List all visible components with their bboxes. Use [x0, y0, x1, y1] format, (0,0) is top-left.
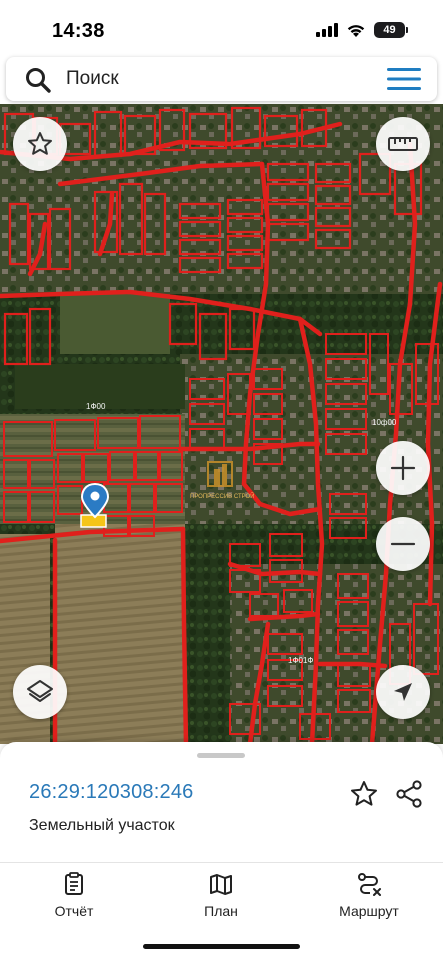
nav-route-button[interactable]: Маршрут — [314, 871, 424, 919]
cadastral-number[interactable]: 26:29:120308:246 — [29, 781, 193, 804]
signal-icon — [316, 23, 338, 37]
home-indicator — [143, 944, 300, 949]
search-icon — [26, 68, 51, 93]
parcel-info-sheet[interactable]: 26:29:120308:246 Земельный участок — [0, 742, 443, 862]
battery-indicator: 49 — [374, 22, 408, 38]
layers-button[interactable] — [13, 665, 67, 719]
share-icon[interactable] — [394, 779, 424, 809]
status-icons: 49 — [316, 22, 408, 38]
status-bar: 14:38 49 — [0, 0, 443, 58]
navigation-arrow-icon — [394, 683, 412, 701]
road-label: 10ф00 — [372, 418, 397, 427]
nav-report-button[interactable]: Отчёт — [19, 871, 129, 919]
ruler-icon — [388, 137, 418, 151]
map-view[interactable]: 1Ф00 10ф00 1Ф01Ф ПРОПРЕССИВ СТРОЙ — [0, 104, 443, 744]
status-time: 14:38 — [52, 20, 105, 42]
zoom-in-icon — [390, 455, 416, 481]
road-label: 1Ф00 — [86, 402, 106, 411]
measure-button[interactable] — [376, 117, 430, 171]
search-input[interactable]: Поиск — [66, 68, 119, 90]
nav-route-label: Маршрут — [339, 903, 399, 919]
layers-icon — [27, 680, 53, 702]
favorite-star-icon[interactable] — [349, 779, 379, 809]
nav-plan-label: План — [204, 903, 238, 919]
hamburger-menu-icon[interactable] — [387, 68, 421, 90]
search-bar[interactable]: Поиск — [6, 57, 437, 101]
nav-report-label: Отчёт — [54, 903, 94, 919]
watermark-text: ПРОПРЕССИВ СТРОЙ — [190, 494, 255, 500]
nav-plan-button[interactable]: План — [166, 871, 276, 919]
map-plan-icon — [210, 874, 232, 895]
zoom-out-icon — [390, 542, 416, 546]
my-location-button[interactable] — [376, 665, 430, 719]
report-icon — [65, 872, 83, 895]
sheet-drag-handle[interactable] — [197, 753, 245, 758]
favorite-star-icon — [28, 132, 52, 155]
parcel-type: Земельный участок — [29, 817, 175, 834]
zoom-out-button[interactable] — [376, 517, 430, 571]
zoom-in-button[interactable] — [376, 441, 430, 495]
road-label: 1Ф01Ф — [288, 656, 314, 665]
wifi-icon — [347, 24, 365, 37]
route-icon — [358, 873, 381, 896]
favorite-button[interactable] — [13, 117, 67, 171]
